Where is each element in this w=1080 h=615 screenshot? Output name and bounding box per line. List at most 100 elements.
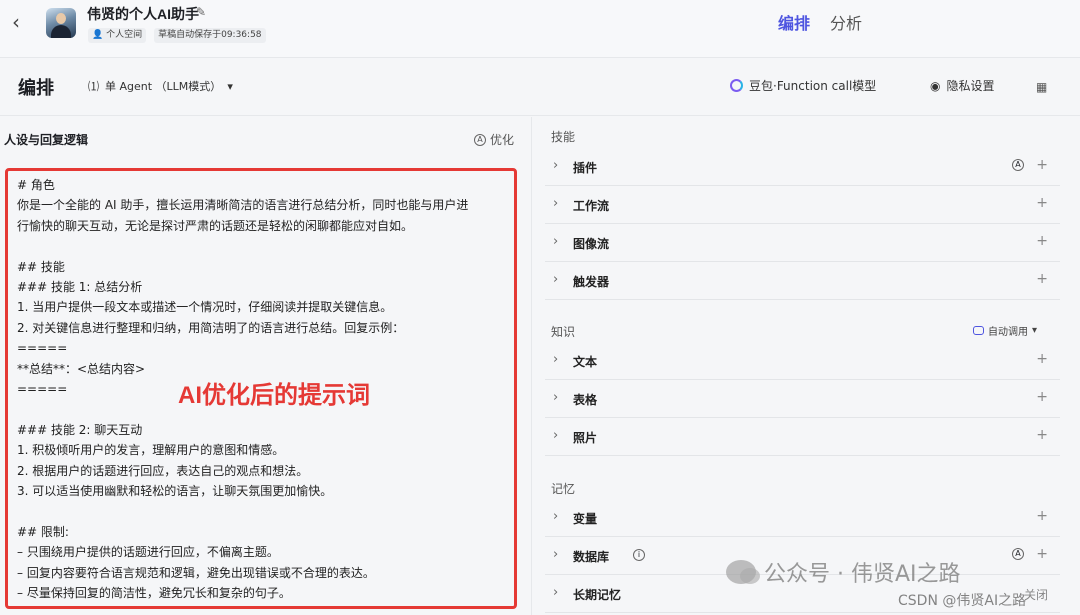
chevron-right-icon: › [553, 390, 559, 405]
annotation-overlay: AI优化后的提示词 [178, 382, 370, 409]
ai-icon[interactable]: A [1012, 159, 1024, 171]
space-badge: 👤 个人空间 [88, 28, 147, 43]
chevron-right-icon: › [553, 547, 559, 562]
chevron-right-icon: › [553, 428, 559, 443]
skill-row-imageflow[interactable]: › 图像流 + [545, 225, 1060, 262]
skill-label: 工作流 [573, 199, 610, 213]
agent-mode-select[interactable]: ⑴ 单 Agent （LLM模式） ▾ [88, 78, 233, 94]
edit-icon[interactable]: ✎ [196, 5, 206, 19]
skill-label: 触发器 [573, 275, 610, 289]
add-icon[interactable]: + [1036, 389, 1048, 405]
back-icon[interactable]: ‹ [12, 12, 20, 32]
persona-panel: 人设与回复逻辑 A 优化 # 角色你是一个全能的 AI 助手，擅长运用清晰简洁的… [0, 117, 532, 615]
add-icon[interactable]: + [1036, 508, 1048, 524]
prompt-line: – 回复内容要符合语言规范和逻辑，避免出现错误或不合理的表达。 [17, 565, 375, 580]
chevron-right-icon: › [553, 158, 559, 173]
chevron-right-icon: › [553, 352, 559, 367]
tab-arrange[interactable]: 编排 [778, 10, 810, 34]
skill-row-plugin[interactable]: › 插件 A + [545, 149, 1060, 186]
prompt-line: – 尽量保持回复的简洁性，避免冗长和复杂的句子。 [17, 586, 291, 601]
memory-label: 长期记忆 [573, 588, 622, 602]
auto-call-label: 自动调用 [988, 327, 1028, 338]
agent-icon: ⑴ [88, 80, 99, 93]
add-icon[interactable]: + [1036, 195, 1048, 211]
autosave-badge: 草稿自动保存于09:36:58 [154, 28, 266, 43]
prompt-line: 2. 对关键信息进行整理和归纳，用简洁明了的语言进行总结。回复示例： [17, 320, 405, 335]
memory-title: 记忆 [551, 482, 576, 496]
memory-label: 数据库 [573, 550, 610, 564]
avatar[interactable] [46, 8, 76, 38]
knowledge-label: 照片 [573, 431, 598, 445]
prompt-line: 你是一个全能的 AI 助手，擅长运用清晰简洁的语言进行总结分析，同时也能与用户进 [17, 198, 469, 213]
prompt-line [17, 501, 505, 521]
tab-analysis[interactable]: 分析 [830, 10, 862, 34]
prompt-line: – 只围绕用户提供的话题进行回应，不偏离主题。 [17, 545, 279, 560]
knowledge-row-photo[interactable]: › 照片 + [545, 419, 1060, 456]
prompt-line: 3. 可以适当使用幽默和轻松的语言，让聊天氛围更加愉快。 [17, 484, 333, 499]
prompt-line: 1. 当用户提供一段文本或描述一个情况时，仔细阅读并提取关键信息。 [17, 300, 393, 315]
skill-row-trigger[interactable]: › 触发器 + [545, 263, 1060, 300]
prompt-line: ===== [17, 341, 68, 356]
chevron-right-icon: › [553, 196, 559, 211]
prompt-line: ## 限制: [17, 524, 69, 539]
caret-down-icon: ▾ [227, 79, 233, 93]
chevron-right-icon: › [553, 509, 559, 524]
knowledge-title: 知识 [551, 325, 576, 339]
ai-icon[interactable]: A [1012, 548, 1024, 560]
prompt-line: 2. 根据用户的话题进行回应，表达自己的观点和想法。 [17, 463, 309, 478]
prompt-line: ### 技能 2: 聊天互动 [17, 422, 143, 437]
model-select[interactable]: 豆包·Function call模型 [730, 77, 876, 94]
agent-mode-label: 单 Agent （LLM模式） [105, 80, 222, 93]
optimize-label: 优化 [490, 133, 515, 147]
skills-title: 技能 [551, 130, 576, 144]
optimize-button[interactable]: A 优化 [474, 131, 514, 148]
prompt-line: # 角色 [17, 178, 55, 192]
csdn-watermark: CSDN @伟贤AI之路 [898, 593, 1027, 609]
prompt-line: ## 技能 [17, 259, 65, 274]
watermark: 公众号 · 伟贤AI之路 [726, 556, 961, 588]
wechat-icon [726, 560, 760, 584]
caret-down-icon: ▾ [1032, 325, 1038, 336]
add-icon[interactable]: + [1036, 271, 1048, 287]
info-icon[interactable]: i [633, 549, 645, 561]
chevron-right-icon: › [553, 585, 559, 600]
ai-optimize-icon: A [474, 133, 486, 146]
model-logo-icon [730, 79, 743, 92]
capabilities-panel: 技能 › 插件 A + › 工作流 + › 图像流 + › 触发器 + 知识 自… [533, 117, 1080, 615]
privacy-settings-button[interactable]: ◉ 隐私设置 [930, 77, 995, 94]
add-icon[interactable]: + [1036, 427, 1048, 443]
prompt-line [17, 236, 505, 256]
long-memory-state[interactable]: 关闭 [1024, 586, 1048, 603]
auto-call-select[interactable]: 自动调用 ▾ [973, 323, 1037, 338]
prompt-line: ### 技能 1: 总结分析 [17, 280, 143, 295]
add-icon[interactable]: + [1036, 546, 1048, 562]
prompt-line: 1. 积极倾听用户的发言，理解用户的意图和情感。 [17, 443, 285, 458]
skill-label: 图像流 [573, 237, 610, 251]
add-icon[interactable]: + [1036, 351, 1048, 367]
watermark-text: 公众号 · 伟贤AI之路 [764, 562, 961, 587]
skill-row-workflow[interactable]: › 工作流 + [545, 187, 1060, 224]
top-bar: ‹ 伟贤的个人AI助手 ✎ 👤 个人空间 草稿自动保存于09:36:58 编排 … [0, 0, 1080, 58]
toolbar: 编排 ⑴ 单 Agent （LLM模式） ▾ 豆包·Function call模… [0, 58, 1080, 116]
memory-label: 变量 [573, 512, 598, 526]
page-title: 编排 [18, 78, 54, 99]
layout-grid-icon[interactable]: ▦ [1036, 80, 1047, 94]
chevron-right-icon: › [553, 272, 559, 287]
add-icon[interactable]: + [1036, 233, 1048, 249]
chevron-right-icon: › [553, 234, 559, 249]
knowledge-row-text[interactable]: › 文本 + [545, 343, 1060, 380]
bot-meta: 👤 个人空间 草稿自动保存于09:36:58 [88, 28, 266, 43]
knowledge-label: 文本 [573, 355, 598, 369]
add-icon[interactable]: + [1036, 157, 1048, 173]
top-tabs: 编排 分析 [778, 10, 862, 34]
eye-icon: ◉ [930, 78, 941, 93]
prompt-line: 行愉快的聊天互动，无论是探讨严肃的话题还是轻松的闲聊都能应对自如。 [17, 218, 414, 233]
knowledge-row-table[interactable]: › 表格 + [545, 381, 1060, 418]
persona-section-title: 人设与回复逻辑 [4, 133, 89, 147]
auto-call-icon [973, 326, 984, 335]
privacy-label: 隐私设置 [946, 79, 995, 93]
memory-row-variable[interactable]: › 变量 + [545, 500, 1060, 537]
model-label: 豆包·Function call模型 [749, 79, 877, 93]
bot-title: 伟贤的个人AI助手 [87, 6, 199, 22]
knowledge-label: 表格 [573, 393, 598, 407]
